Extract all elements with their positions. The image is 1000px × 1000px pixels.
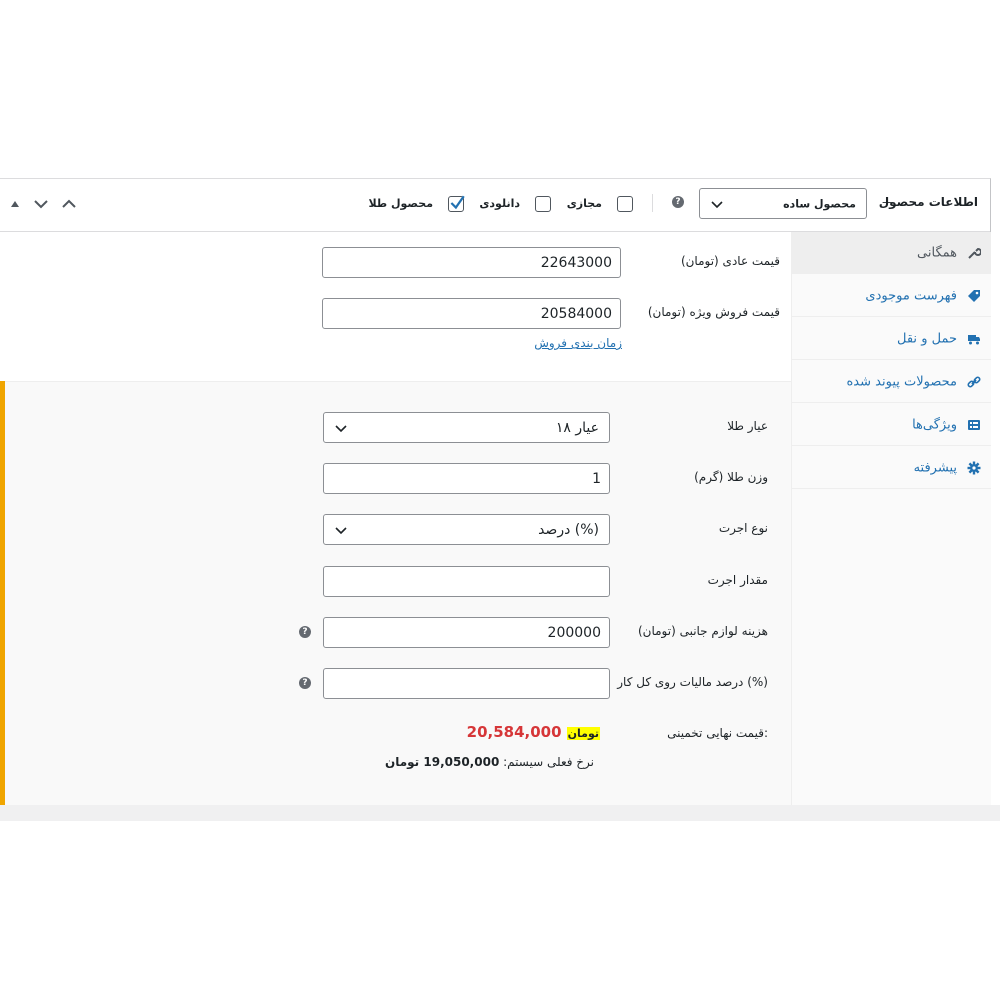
tab-inventory[interactable]: فهرست موجودی xyxy=(792,275,991,317)
tag-icon xyxy=(968,289,980,302)
weight-input[interactable]: 1 xyxy=(323,463,610,494)
schedule-sale-link[interactable]: زمان بندی فروش xyxy=(534,336,622,350)
title-dash: — xyxy=(882,195,894,209)
tab-general[interactable]: همگانی xyxy=(792,232,991,274)
tab-linked-products-label: محصولات پیوند شده xyxy=(846,374,958,389)
wage-type-value: درصد (%) xyxy=(538,521,599,538)
tab-attributes[interactable]: ویژگی‌ها xyxy=(792,404,991,446)
downloadable-checkbox[interactable] xyxy=(535,196,551,212)
tab-advanced[interactable]: پیشرفته xyxy=(792,447,991,489)
final-price-amount: 20,584,000 xyxy=(466,723,562,741)
arrow-down-icon[interactable] xyxy=(32,195,50,213)
gold-section-accent xyxy=(0,381,5,806)
accessories-cost-value: 200000 xyxy=(547,624,601,641)
tab-shipping-label: حمل و نقل xyxy=(897,331,957,346)
tax-percent-label: درصد مالیات روی کل کار (%) xyxy=(617,675,768,689)
tab-shipping[interactable]: حمل و نقل xyxy=(792,318,991,360)
virtual-checkbox[interactable] xyxy=(617,196,633,212)
virtual-label: مجازی xyxy=(566,197,602,210)
collapse-triangle-icon[interactable] xyxy=(6,195,24,213)
system-rate-label: نرخ فعلی سیستم: xyxy=(503,755,594,769)
product-data-tabs: همگانی فهرست موجودی حمل و نقل محصولات پی… xyxy=(791,232,991,805)
weight-label: وزن طلا (گرم) xyxy=(694,470,768,484)
karat-label: عیار طلا xyxy=(727,419,768,433)
list-icon xyxy=(968,419,980,430)
karat-select[interactable]: ۱۸ عیار xyxy=(323,412,610,443)
final-price-display: تومان 20,584,000 xyxy=(467,722,600,741)
page-background xyxy=(0,805,1000,821)
tab-advanced-label: پیشرفته xyxy=(913,460,957,475)
sale-price-input[interactable]: 20584000 xyxy=(322,298,621,329)
accessories-cost-input[interactable]: 200000 xyxy=(323,617,610,648)
truck-icon xyxy=(968,334,980,344)
wage-amount-label: مقدار اجرت xyxy=(707,573,768,587)
arrow-up-icon[interactable] xyxy=(60,195,78,213)
chevron-down-icon xyxy=(335,424,347,432)
regular-price-label: قیمت عادی (تومان) xyxy=(680,254,780,268)
chevron-down-icon xyxy=(711,200,723,208)
tab-inventory-label: فهرست موجودی xyxy=(865,288,957,303)
system-rate: نرخ فعلی سیستم: 19,050,000 تومان xyxy=(385,755,594,769)
checkmark-icon xyxy=(450,195,465,210)
product-type-select[interactable]: محصول ساده xyxy=(699,188,867,219)
system-rate-amount: 19,050,000 تومان xyxy=(384,755,500,769)
regular-price-value: 22643000 xyxy=(540,254,612,271)
wrench-icon xyxy=(968,247,981,259)
accessories-cost-label: هزینه لوازم جانبی (تومان) xyxy=(637,624,768,638)
wage-type-select[interactable]: درصد (%) xyxy=(323,514,610,545)
tab-general-label: همگانی xyxy=(917,245,957,260)
sale-price-label: قیمت فروش ویژه (تومان) xyxy=(647,305,780,319)
divider xyxy=(652,194,653,212)
link-icon xyxy=(967,375,981,388)
sale-price-value: 20584000 xyxy=(540,305,612,322)
downloadable-label: دانلودی xyxy=(479,197,520,210)
help-icon[interactable]: ? xyxy=(299,677,311,689)
weight-value: 1 xyxy=(592,470,601,487)
final-price-currency: تومان xyxy=(566,727,600,740)
tax-percent-input[interactable] xyxy=(323,668,610,699)
help-icon[interactable]: ? xyxy=(672,196,684,208)
tab-linked-products[interactable]: محصولات پیوند شده xyxy=(792,361,991,403)
gold-product-checkbox[interactable] xyxy=(448,195,465,212)
product-type-value: محصول ساده xyxy=(783,197,856,210)
wage-type-label: نوع اجرت xyxy=(718,521,768,535)
gear-icon xyxy=(967,461,981,474)
chevron-down-icon xyxy=(335,526,347,534)
product-data-panel: اطلاعات محصول — محصول ساده ? مجازی دانلو… xyxy=(0,178,991,807)
wage-amount-input[interactable] xyxy=(323,566,610,597)
tab-attributes-label: ویژگی‌ها xyxy=(912,417,957,432)
karat-value: ۱۸ عیار xyxy=(555,419,599,436)
regular-price-input[interactable]: 22643000 xyxy=(322,247,621,278)
help-icon[interactable]: ? xyxy=(299,626,311,638)
gold-product-label: محصول طلا xyxy=(368,197,433,210)
final-price-label: قیمت نهایی تخمینی: xyxy=(667,726,768,740)
